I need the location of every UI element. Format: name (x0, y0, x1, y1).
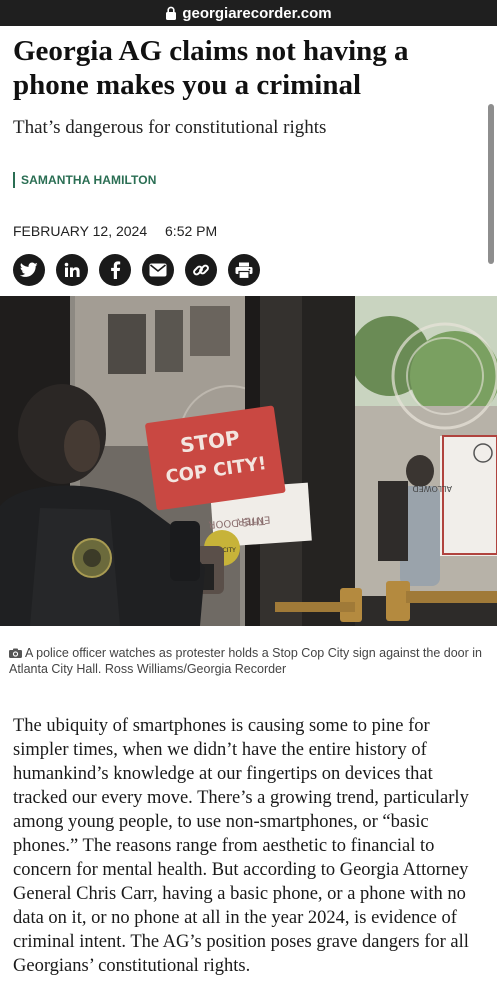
publish-time: 6:52 PM (165, 223, 218, 239)
share-twitter-button[interactable] (13, 254, 45, 286)
article-headline: Georgia AG claims not having a phone mak… (13, 35, 409, 101)
share-facebook-button[interactable] (99, 254, 131, 286)
scrollbar[interactable] (488, 104, 494, 264)
camera-icon (9, 648, 22, 658)
photo-illustration: ALLOWED ENTER THIS DOOR STOP COP CITY! C… (0, 296, 497, 626)
photo-caption: A police officer watches as protester ho… (9, 645, 489, 677)
author-byline-link[interactable]: SAMANTHA HAMILTON (13, 172, 156, 188)
share-print-button[interactable] (228, 254, 260, 286)
print-icon (235, 262, 253, 279)
article-subhead: That’s dangerous for constitutional righ… (13, 117, 327, 138)
share-link-button[interactable] (185, 254, 217, 286)
notice-text: ALLOWED (412, 484, 452, 493)
url-text[interactable]: georgiarecorder.com (182, 5, 331, 22)
browser-url-bar[interactable]: georgiarecorder.com (0, 0, 497, 26)
share-email-button[interactable] (142, 254, 174, 286)
email-icon (149, 263, 167, 277)
caption-text: A police officer watches as protester ho… (9, 646, 482, 676)
publish-date: FEBRUARY 12, 2024 (13, 223, 148, 239)
facebook-icon (110, 261, 120, 279)
share-linkedin-button[interactable] (56, 254, 88, 286)
dateline: FEBRUARY 12, 2024 6:52 PM (13, 222, 217, 240)
twitter-icon (20, 262, 38, 277)
article-photo[interactable]: ALLOWED ENTER THIS DOOR STOP COP CITY! C… (0, 296, 497, 626)
link-icon (193, 264, 209, 276)
lock-icon (166, 6, 177, 20)
share-buttons (13, 254, 260, 286)
article-body-paragraph: The ubiquity of smartphones is causing s… (13, 716, 469, 976)
linkedin-icon (64, 262, 80, 277)
